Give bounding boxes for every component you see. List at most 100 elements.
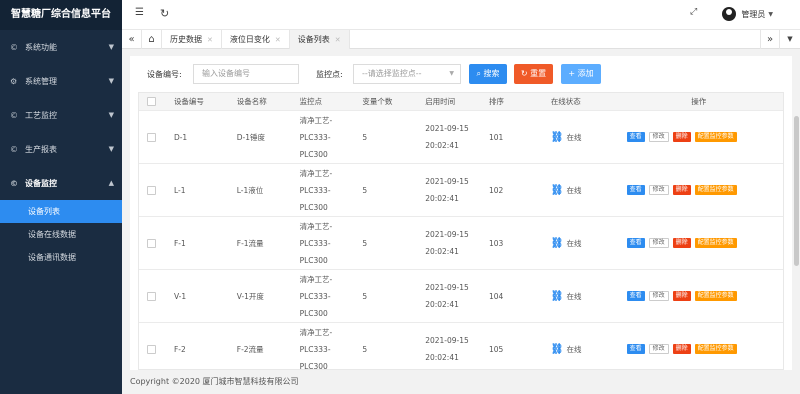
reset-icon: ↻ xyxy=(520,69,528,78)
online-status-cell: ⛓ 在线 xyxy=(543,164,615,216)
chevron-down-icon: ▼ xyxy=(108,145,114,153)
tab-history-data[interactable]: 历史数据 ✕ xyxy=(162,30,222,49)
reset-button[interactable]: ↻ 重置 xyxy=(514,64,553,84)
view-button[interactable]: 查看 xyxy=(626,291,645,301)
table-row: L-1 L-1液位 清净工艺- PLC333- PLC300 5 2021-09-15 20:… xyxy=(139,164,783,217)
row-checkbox[interactable] xyxy=(147,238,156,248)
monitor-point-cell: 清净工艺- PLC333- PLC300 xyxy=(292,217,355,269)
sidebar-item-device-monitoring[interactable]: © 设备监控 ▲ xyxy=(0,166,122,200)
tabs-dropdown-icon[interactable]: ▼ xyxy=(780,30,800,49)
edit-button[interactable]: 修改 xyxy=(648,291,669,301)
variable-count-cell: 5 xyxy=(362,185,368,195)
header-checkbox-cell xyxy=(139,93,166,110)
search-button[interactable]: ⌕ 搜索 xyxy=(469,64,507,84)
point-select[interactable]: --请选择监控点-- ▼ xyxy=(353,64,461,84)
online-status-text: 在线 xyxy=(566,344,582,354)
tabs-scroll-left-icon[interactable]: « xyxy=(122,30,142,49)
refresh-icon[interactable]: ↻ xyxy=(160,7,169,20)
copyright-icon: © xyxy=(10,178,18,188)
config-params-button[interactable]: 配置监控参数 xyxy=(694,185,737,195)
delete-button[interactable]: 删除 xyxy=(672,238,691,248)
monitor-point-line: 清净工艺- xyxy=(299,168,333,178)
column-header: 排序 xyxy=(489,97,504,106)
close-icon[interactable]: ✕ xyxy=(335,36,341,44)
enable-time-line: 20:02:41 xyxy=(425,353,459,362)
edit-button[interactable]: 修改 xyxy=(648,344,669,354)
home-icon[interactable]: ⌂ xyxy=(142,30,162,49)
tab-device-list[interactable]: 设备列表 ✕ xyxy=(289,30,350,49)
table-body: D-1 D-1锤度 清净工艺- PLC333- PLC300 5 2021-09-15 20:… xyxy=(139,111,783,370)
link-icon: ⛓ xyxy=(550,184,564,196)
config-params-button[interactable]: 配置监控参数 xyxy=(694,291,737,301)
menu-toggle-icon[interactable]: ☰ xyxy=(135,7,144,18)
delete-button[interactable]: 删除 xyxy=(672,344,691,354)
chevron-down-icon: ▼ xyxy=(449,70,454,77)
edit-button[interactable]: 修改 xyxy=(648,238,669,248)
view-button[interactable]: 查看 xyxy=(626,185,645,195)
edit-button[interactable]: 修改 xyxy=(648,185,669,195)
fullscreen-icon[interactable]: ⤢ xyxy=(690,7,697,17)
delete-button[interactable]: 删除 xyxy=(672,291,691,301)
monitor-point-line: 清净工艺- xyxy=(299,274,333,284)
view-button[interactable]: 查看 xyxy=(626,344,645,354)
column-header: 在线状态 xyxy=(550,97,581,106)
sidebar-item-label: 系统功能 xyxy=(25,42,57,52)
sidebar-item-production-reports[interactable]: © 生产报表 ▼ xyxy=(0,132,122,166)
variable-count-cell: 5 xyxy=(362,344,368,354)
column-header: 变量个数 xyxy=(362,97,393,106)
view-button[interactable]: 查看 xyxy=(626,238,645,248)
sidebar-item-process-monitoring[interactable]: © 工艺监控 ▼ xyxy=(0,98,122,132)
config-params-button[interactable]: 配置监控参数 xyxy=(694,238,737,248)
enable-time-line: 2021-09-15 xyxy=(425,336,469,345)
config-params-button[interactable]: 配置监控参数 xyxy=(694,344,737,354)
close-icon[interactable]: ✕ xyxy=(207,36,213,44)
view-button[interactable]: 查看 xyxy=(626,132,645,142)
monitor-point-line: PLC333- xyxy=(299,238,331,248)
add-button[interactable]: + 添加 xyxy=(561,64,601,84)
table-row: F-1 F-1流量 清净工艺- PLC333- PLC300 5 2021-09-15 20:… xyxy=(139,217,783,270)
sidebar-subitem-device-comm-data[interactable]: 设备通讯数据 xyxy=(0,246,122,269)
scrollbar[interactable] xyxy=(792,56,800,370)
online-status: ⛓ 在线 xyxy=(551,238,582,249)
avatar xyxy=(722,7,737,21)
tab-level-daily-change[interactable]: 液位日变化 ✕ xyxy=(222,30,290,49)
sidebar-subitem-device-list[interactable]: 设备列表 xyxy=(0,200,122,223)
user-menu[interactable]: 管理员 ▼ xyxy=(722,7,773,21)
tab-label: 液位日变化 xyxy=(229,35,270,44)
tab-label: 设备列表 xyxy=(297,35,330,44)
enable-time-line: 20:02:41 xyxy=(425,300,459,309)
row-checkbox[interactable] xyxy=(147,185,156,195)
row-checkbox[interactable] xyxy=(147,132,156,142)
select-all-checkbox[interactable] xyxy=(147,97,156,106)
monitor-point-line: 清净工艺- xyxy=(299,221,333,231)
monitor-point-line: PLC300 xyxy=(299,255,328,265)
sidebar-subitem-device-online-data[interactable]: 设备在线数据 xyxy=(0,223,122,246)
delete-button[interactable]: 删除 xyxy=(672,132,691,142)
monitor-point-line: PLC333- xyxy=(299,132,331,142)
scrollbar-thumb[interactable] xyxy=(794,116,799,266)
sidebar-item-system-management[interactable]: ⚙ 系统管理 ▼ xyxy=(0,64,122,98)
sort-cell: 103 xyxy=(488,238,504,248)
chevron-up-icon: ▲ xyxy=(108,179,114,187)
row-checkbox[interactable] xyxy=(147,344,156,354)
filter-bar: 设备编号: 输入设备编号 监控点: --请选择监控点-- ▼ ⌕ 搜索 ↻ 重置… xyxy=(130,56,792,90)
sort-cell: 102 xyxy=(488,185,504,195)
online-status-text: 在线 xyxy=(566,132,582,142)
monitor-point-line: PLC300 xyxy=(299,361,328,370)
monitor-point-line: 清净工艺- xyxy=(299,327,333,337)
edit-button[interactable]: 修改 xyxy=(648,132,669,142)
sidebar-item-system-functions[interactable]: © 系统功能 ▼ xyxy=(0,30,122,64)
enable-time-cell: 2021-09-15 20:02:41 xyxy=(417,217,481,269)
config-params-button[interactable]: 配置监控参数 xyxy=(694,132,737,142)
close-icon[interactable]: ✕ xyxy=(275,36,281,44)
tabs-scroll-right-icon[interactable]: » xyxy=(760,30,780,49)
device-no-input[interactable]: 输入设备编号 xyxy=(193,64,299,84)
monitor-point-line: PLC300 xyxy=(299,149,328,159)
device-no-cell: F-1 xyxy=(173,238,186,248)
tab-label: 历史数据 xyxy=(170,35,202,44)
sort-cell: 105 xyxy=(488,344,504,354)
chevron-down-icon: ▼ xyxy=(108,43,114,51)
checkbox-cell xyxy=(139,217,166,269)
delete-button[interactable]: 删除 xyxy=(672,185,691,195)
row-checkbox[interactable] xyxy=(147,291,156,301)
